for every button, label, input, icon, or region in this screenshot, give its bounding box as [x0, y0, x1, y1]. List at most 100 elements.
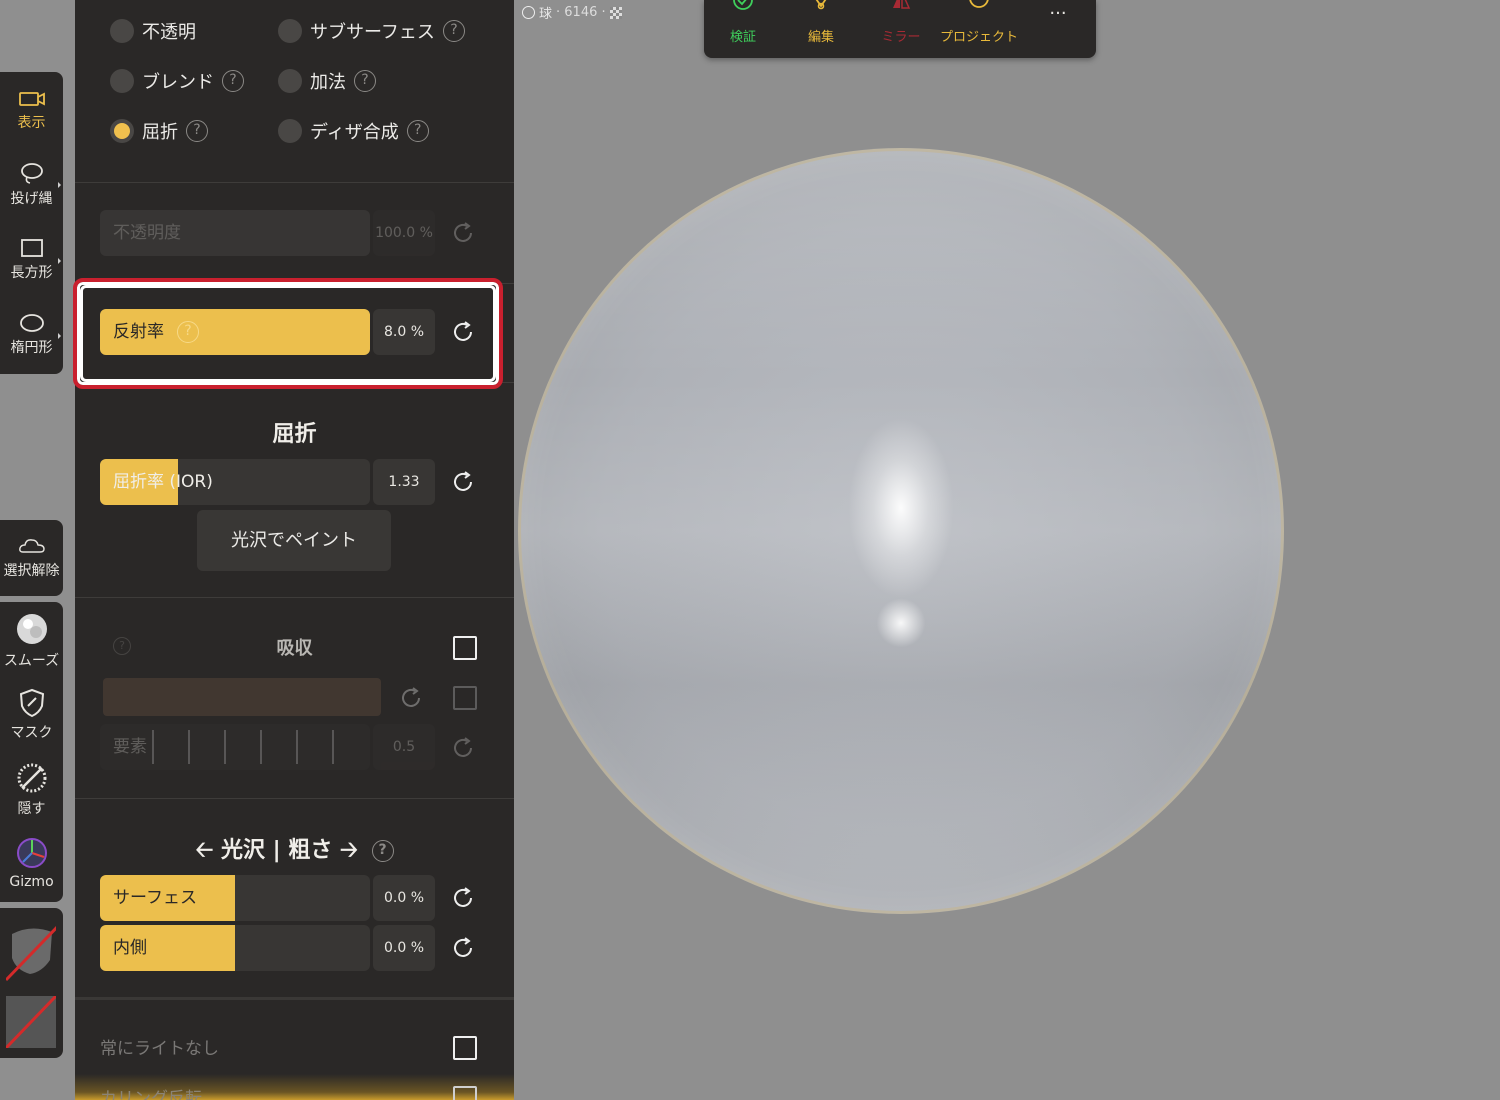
mask-icon	[19, 688, 44, 718]
reset-icon	[402, 687, 420, 707]
deselect-label: 選択解除	[3, 563, 60, 579]
radio-button[interactable]	[110, 19, 134, 43]
divider	[75, 182, 514, 183]
deselect-button[interactable]: 選択解除	[0, 536, 63, 580]
help-icon[interactable]: ?	[442, 20, 465, 42]
ior-label: 屈折率 (IOR)	[113, 472, 213, 492]
annotation-highlight-inner	[80, 285, 496, 382]
gloss-roughness-label: 光沢 | 粗さ	[220, 838, 333, 863]
blend-option-label: ブレンド	[142, 72, 214, 93]
always-unlit-label: 常にライトなし	[100, 1039, 219, 1059]
always-unlit-checkbox[interactable]	[453, 1036, 477, 1060]
help-icon[interactable]: ?	[222, 70, 244, 92]
blend-option-dither[interactable]: ディザ合成 ?	[278, 118, 429, 144]
caret-icon	[58, 258, 61, 264]
project-button[interactable]: プロジェクト	[940, 0, 1018, 58]
radio-button[interactable]	[278, 69, 302, 93]
rectangle-icon	[20, 239, 43, 257]
reset-icon[interactable]	[451, 936, 475, 960]
surface-label: サーフェス	[113, 888, 197, 908]
divider	[75, 597, 514, 598]
reset-icon[interactable]	[451, 470, 475, 494]
blend-option-subsurface[interactable]: サブサーフェス ?	[278, 18, 465, 44]
checker-icon	[609, 6, 622, 19]
inner-gloss-slider[interactable]: 内側	[100, 925, 370, 971]
lasso-icon	[20, 163, 43, 184]
rectangle-tool-label: 長方形	[10, 265, 53, 281]
more-icon: ...	[1049, 0, 1067, 19]
edit-label: 編集	[807, 30, 834, 45]
absorption-checkbox[interactable]	[453, 636, 477, 660]
texture-thumbnail[interactable]	[4, 994, 58, 1050]
lasso-tool[interactable]: 投げ縄	[0, 162, 63, 208]
radio-button[interactable]	[278, 19, 302, 43]
mirror-icon	[893, 0, 911, 9]
material-panel: 不透明 サブサーフェス ? ブレンド ? 加法 ? 屈折 ? ディザ合成 ? 不…	[75, 0, 514, 1100]
edit-node-icon	[815, 0, 827, 10]
camera-icon	[18, 92, 45, 106]
project-label: プロジェクト	[940, 30, 1019, 45]
glass-sphere[interactable]	[518, 148, 1284, 914]
divider	[75, 997, 514, 1000]
more-button[interactable]: ...	[1040, 0, 1076, 58]
hide-tool-label: 隠す	[17, 801, 46, 817]
ellipse-tool[interactable]: 楕円形	[0, 313, 63, 357]
caret-icon	[58, 182, 61, 188]
edit-button[interactable]: 編集	[794, 0, 848, 58]
gizmo-tool-label: Gizmo	[9, 874, 54, 890]
hide-icon	[17, 763, 46, 793]
check-circle-icon	[733, 0, 753, 10]
radio-button[interactable]	[110, 69, 134, 93]
smooth-tool-label: スムーズ	[3, 653, 60, 669]
view-tool[interactable]: 表示	[0, 90, 63, 132]
hide-tool[interactable]: 隠す	[0, 762, 63, 818]
smooth-icon	[16, 614, 47, 644]
factor-ticks	[118, 730, 358, 764]
rectangle-tool[interactable]: 長方形	[0, 238, 63, 282]
culling-invert-checkbox[interactable]	[453, 1086, 477, 1100]
help-icon[interactable]: ?	[371, 840, 394, 862]
reset-icon	[454, 737, 472, 757]
absorption-color-checkbox	[453, 686, 477, 710]
opacity-slider: 不透明度	[100, 210, 370, 256]
gizmo-icon	[16, 838, 47, 868]
gizmo-tool[interactable]: Gizmo	[0, 836, 63, 890]
paint-with-gloss-button[interactable]: 光沢でペイント	[197, 510, 391, 571]
mirror-button[interactable]: ミラー	[874, 0, 928, 58]
reset-icon[interactable]	[451, 886, 475, 910]
inner-label: 内側	[113, 938, 147, 958]
factor-slider: 要素	[100, 724, 370, 770]
radio-button-selected[interactable]	[110, 119, 134, 143]
object-info: 球 · 6146 ·	[522, 3, 622, 22]
surface-value[interactable]: 0.0 %	[373, 875, 435, 921]
top-toolbar: 検証 編集 ミラー プロジェクト ...	[704, 0, 1096, 58]
inner-value[interactable]: 0.0 %	[373, 925, 435, 971]
blend-option-additive[interactable]: 加法 ?	[278, 68, 376, 94]
matcap-thumbnail[interactable]	[4, 920, 64, 982]
radio-button[interactable]	[278, 119, 302, 143]
shield-matcap-icon	[4, 920, 64, 982]
project-icon	[969, 0, 989, 8]
blend-option-refraction[interactable]: 屈折 ?	[110, 118, 208, 144]
culling-invert-label: カリング反転	[100, 1089, 202, 1100]
help-icon[interactable]: ?	[406, 120, 429, 142]
ior-slider[interactable]: 屈折率 (IOR)	[100, 459, 370, 505]
ellipse-tool-label: 楕円形	[10, 340, 53, 356]
help-icon[interactable]: ?	[186, 120, 208, 142]
smooth-tool[interactable]: スムーズ	[0, 612, 63, 670]
object-polycount: · 6146 ·	[556, 5, 606, 20]
ior-value[interactable]: 1.33	[373, 459, 435, 505]
blend-option-label: 不透明	[142, 22, 196, 43]
arrow-left-icon: 🡠	[195, 838, 214, 863]
surface-gloss-slider[interactable]: サーフェス	[100, 875, 370, 921]
gloss-roughness-title: 🡠 光沢 | 粗さ 🡢 ?	[75, 832, 514, 871]
help-icon[interactable]: ?	[354, 70, 376, 92]
refraction-title: 屈折	[272, 422, 317, 447]
factor-value: 0.5	[373, 724, 435, 770]
blend-option-blend[interactable]: ブレンド ?	[110, 68, 244, 94]
deselect-group: 選択解除	[0, 520, 63, 596]
absorption-color-swatch	[103, 678, 381, 716]
mask-tool[interactable]: マスク	[0, 688, 63, 742]
verify-button[interactable]: 検証	[716, 0, 770, 58]
blend-option-opaque[interactable]: 不透明	[110, 18, 196, 44]
